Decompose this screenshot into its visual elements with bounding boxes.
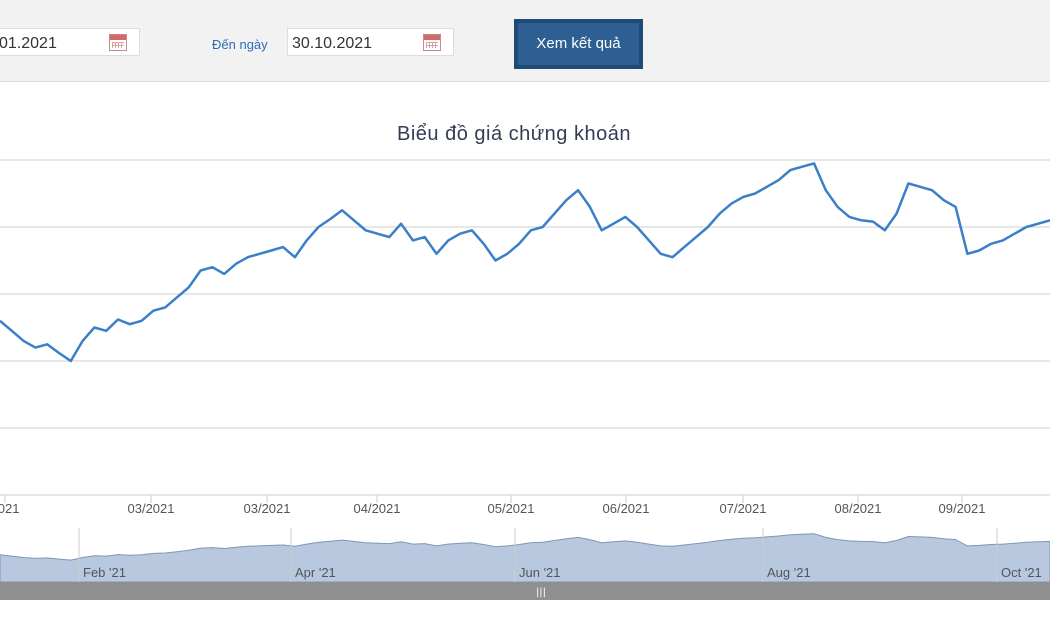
x-tick-label: 06/2021 (603, 501, 650, 516)
to-date-label: Đến ngày (212, 37, 268, 52)
x-tick-label: 2021 (0, 501, 19, 516)
navigator-label: Jun '21 (519, 565, 561, 580)
to-date-field[interactable]: 30.10.2021 (287, 28, 454, 56)
price-line (0, 162, 1050, 363)
navigator-scrollbar[interactable] (0, 582, 1050, 600)
x-tick-label: 05/2021 (488, 501, 535, 516)
x-axis-ticks: 2021 03/2021 03/2021 04/2021 05/2021 06/2021 0… (0, 495, 986, 516)
price-chart: Biểu đồ giá chứng khoán 2021 03/2021 03/20… (0, 123, 1050, 600)
x-tick-label: 07/2021 (720, 501, 767, 516)
calendar-icon[interactable] (109, 34, 127, 51)
x-tick-label: 09/2021 (939, 501, 986, 516)
navigator-label: Feb '21 (83, 565, 126, 580)
chart-title: Biểu đồ giá chứng khoán (397, 123, 631, 145)
from-date-value: 01.2021 (0, 35, 57, 52)
x-tick-label: 04/2021 (354, 501, 401, 516)
to-date-value: 30.10.2021 (292, 35, 373, 52)
x-tick-label: 08/2021 (835, 501, 882, 516)
calendar-icon[interactable] (423, 34, 441, 51)
scrollbar-grip-icon[interactable]: ||| (536, 587, 546, 598)
filter-toolbar: 01.2021 Đến ngày 30.10.2021 Xem kết quả (0, 0, 1050, 82)
navigator-label: Apr '21 (295, 565, 336, 580)
x-tick-label: 03/2021 (244, 501, 291, 516)
from-date-field[interactable]: 01.2021 (0, 28, 140, 56)
price-chart-area: Biểu đồ giá chứng khoán 2021 03/2021 03/20… (0, 82, 1050, 635)
chart-gridlines (0, 159, 1050, 429)
navigator-label: Aug '21 (767, 565, 811, 580)
range-navigator[interactable]: Feb '21 Apr '21 Jun '21 Aug '21 Oct '21 (0, 528, 1050, 583)
x-tick-label: 03/2021 (128, 501, 175, 516)
navigator-label: Oct '21 (1001, 565, 1042, 580)
view-results-button[interactable]: Xem kết quả (514, 19, 643, 69)
